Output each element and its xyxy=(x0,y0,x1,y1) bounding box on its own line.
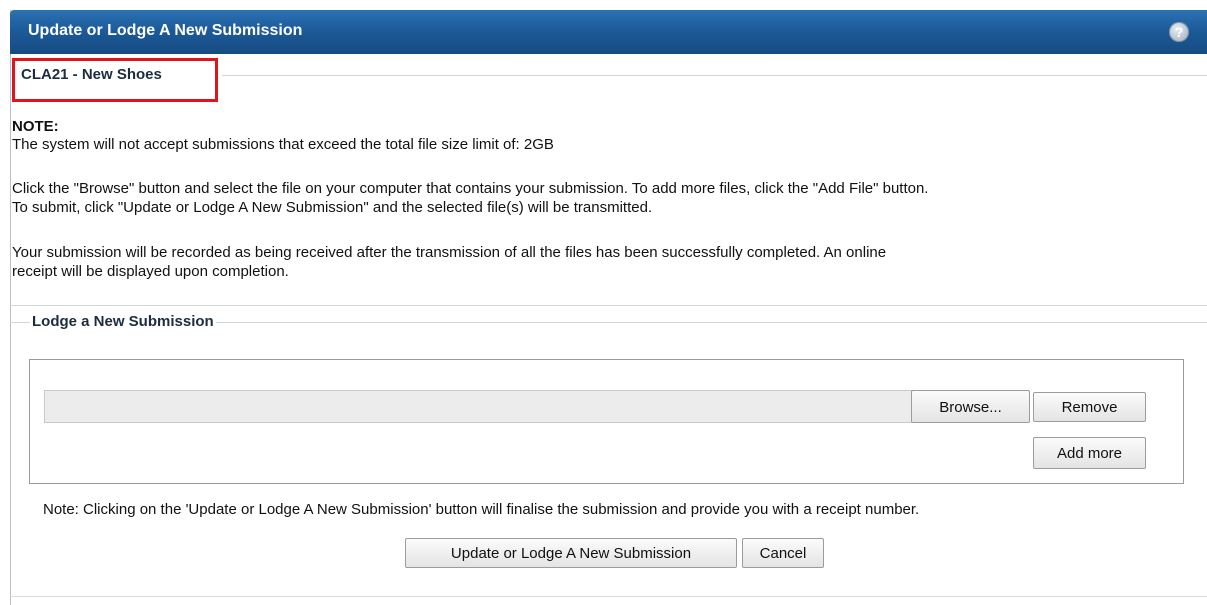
size-limit-text: The system will not accept submissions t… xyxy=(12,136,554,153)
panel-bottom-border xyxy=(10,596,1207,597)
browse-instructions-line1: Click the "Browse" button and select the… xyxy=(12,180,929,197)
remove-button[interactable]: Remove xyxy=(1033,392,1146,422)
finalise-note: Note: Clicking on the 'Update or Lodge A… xyxy=(43,501,920,518)
case-section-divider xyxy=(222,75,1207,76)
browse-instructions-line2: To submit, click "Update or Lodge A New … xyxy=(12,199,653,216)
receipt-info-line2: receipt will be displayed upon completio… xyxy=(12,263,289,280)
receipt-info-line1: Your submission will be recorded as bein… xyxy=(12,244,887,261)
add-more-button[interactable]: Add more xyxy=(1033,437,1146,469)
cancel-button[interactable]: Cancel xyxy=(742,538,824,568)
note-heading: NOTE: xyxy=(12,118,59,135)
panel-title: Update or Lodge A New Submission xyxy=(28,22,303,39)
file-path-input[interactable] xyxy=(44,390,912,423)
submit-button[interactable]: Update or Lodge A New Submission xyxy=(405,538,737,568)
section-divider xyxy=(10,305,1207,306)
panel-header: Update or Lodge A New Submission ? xyxy=(10,10,1207,54)
help-icon[interactable]: ? xyxy=(1169,22,1189,42)
case-section-legend: CLA21 - New Shoes xyxy=(19,66,164,83)
browse-button[interactable]: Browse... xyxy=(911,390,1030,423)
lodge-section-legend: Lodge a New Submission xyxy=(30,313,216,330)
